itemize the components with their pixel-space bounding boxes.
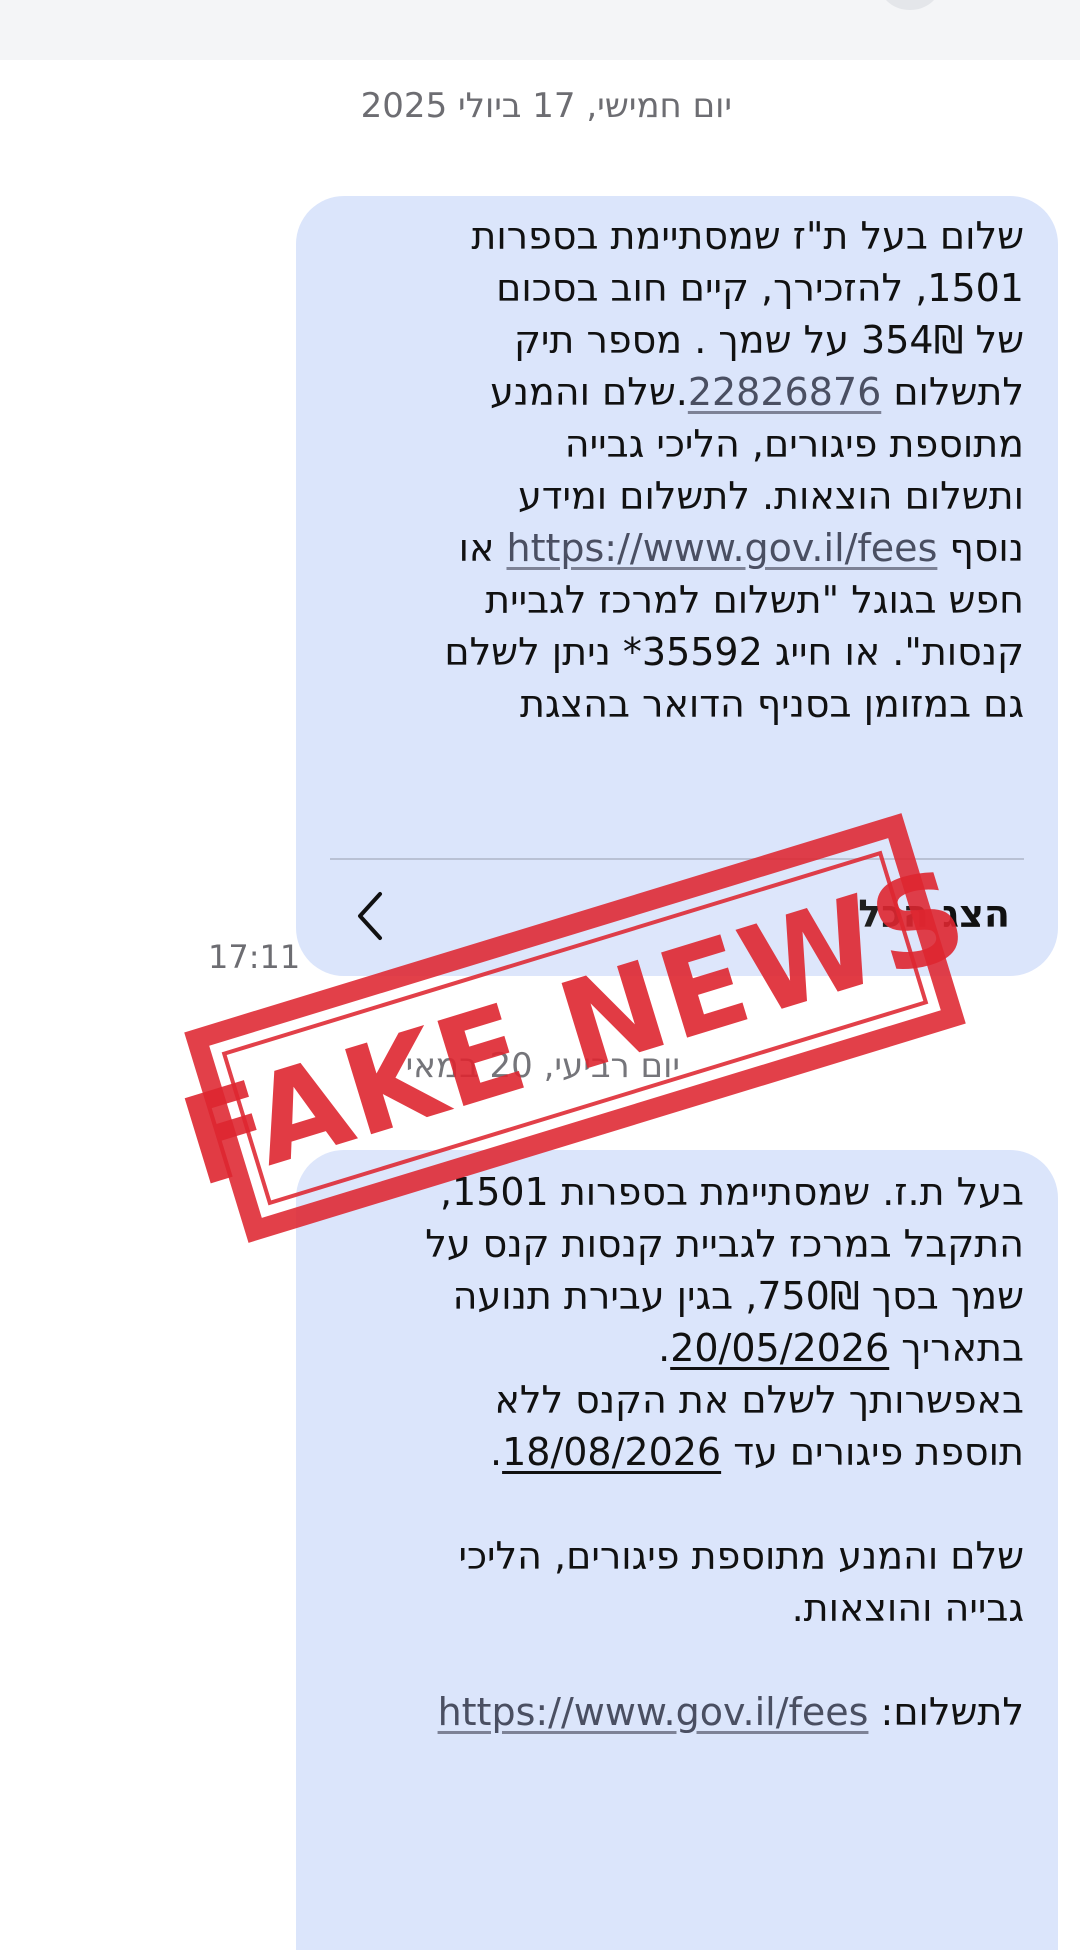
chevron-left-icon[interactable]: [346, 886, 396, 946]
message-line: בעל ת.ז. שמסתיימת בספרות 1501,: [439, 1170, 1024, 1214]
message-line: נוסף https://www.gov.il/fees או: [458, 526, 1024, 570]
message-time: 17:11: [208, 938, 301, 976]
date-link[interactable]: 20/05/2026: [670, 1326, 889, 1370]
case-number-link[interactable]: 22826876: [688, 370, 881, 414]
fees-url-link[interactable]: https://www.gov.il/fees: [438, 1690, 869, 1734]
top-strip: [0, 0, 1080, 60]
message-line: גבייה והוצאות.: [791, 1586, 1024, 1630]
message-line: שלם והמנע מתוספת פיגורים, הליכי: [458, 1534, 1024, 1578]
message-line: לתשלום: https://www.gov.il/fees: [437, 1690, 1024, 1734]
fees-url-link[interactable]: https://www.gov.il/fees: [506, 526, 937, 570]
message-line: ותשלום הוצאות. לתשלום ומידע: [517, 474, 1024, 518]
avatar: [880, 0, 940, 10]
message-line: קנסות". או חייג 35592* ניתן לשלם: [444, 630, 1024, 674]
message-line: בתאריך 20/05/2026.: [658, 1326, 1024, 1370]
message-line: תוספת פיגורים עד 18/08/2026.: [490, 1430, 1024, 1474]
date-link[interactable]: 18/08/2026: [502, 1430, 721, 1474]
message-line: באפשרותך לשלם את הקנס ללא: [494, 1378, 1025, 1422]
message-line: גם במזומן בסניף הדואר בהצגת: [519, 682, 1024, 726]
message-line: שלום בעל ת"ז שמסתיימת בספרות: [471, 214, 1024, 258]
message-line: התקבל במרכז לגביית קנסות קנס על: [425, 1222, 1024, 1266]
message-line: לתשלום 22826876.שלם והמנע: [489, 370, 1024, 414]
message-bubble[interactable]: בעל ת.ז. שמסתיימת בספרות 1501, התקבל במר…: [296, 1150, 1058, 1950]
message-line: של 354₪ על שמך . מספר תיק: [513, 318, 1024, 362]
message-line: 1501, להזכירך, קיים חוב בסכום: [496, 266, 1024, 310]
message-line: חפש בגוגל "תשלום למרכז לגביית: [485, 578, 1024, 622]
message-line: מתוספת פיגורים, הליכי גבייה: [564, 422, 1024, 466]
date-separator: יום חמישי, 17 ביולי 2025: [360, 86, 732, 126]
message-line: שמך בסך 750₪, בגין עבירת תנועה: [452, 1274, 1024, 1318]
